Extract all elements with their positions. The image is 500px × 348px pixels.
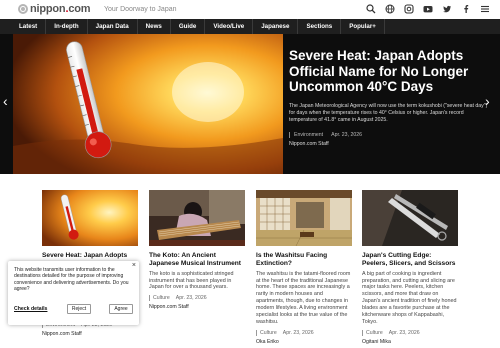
article-card[interactable]: Is the Washitsu Facing Extinction? The w…	[256, 190, 352, 345]
nav-item-latest[interactable]: Latest	[11, 19, 47, 34]
nav-item-japanese[interactable]: Japanese	[253, 19, 299, 34]
agree-button[interactable]: Agree	[109, 304, 133, 314]
card-title[interactable]: The Koto: An Ancient Japanese Musical In…	[149, 252, 245, 268]
card-category[interactable]: Culture	[362, 329, 383, 336]
hero-meta: Environment Apr. 23, 2026	[289, 131, 489, 138]
cookie-consent-dialog: × This website transmits user informatio…	[8, 261, 139, 325]
menu-icon[interactable]	[480, 4, 490, 14]
card-image-heat[interactable]	[42, 190, 138, 246]
top-icons	[366, 4, 490, 14]
card-author[interactable]: Ogitani Mika	[362, 339, 458, 345]
article-card[interactable]: The Koto: An Ancient Japanese Musical In…	[149, 190, 245, 310]
card-title[interactable]: Is the Washitsu Facing Extinction?	[256, 252, 352, 268]
instagram-icon[interactable]	[404, 4, 414, 14]
card-meta: Culture Apr. 23, 2026	[362, 329, 458, 336]
card-category[interactable]: Culture	[149, 295, 170, 302]
hero-category[interactable]: Environment	[289, 131, 323, 138]
main-nav: Latest In-depth Japan Data News Guide Vi…	[0, 19, 500, 34]
globe-icon[interactable]	[385, 4, 395, 14]
logo-mark-icon	[18, 4, 28, 14]
card-title[interactable]: Japan's Cutting Edge: Peelers, Slicers, …	[362, 252, 458, 268]
hero-title[interactable]: Severe Heat: Japan Adopts Official Name …	[289, 48, 489, 95]
logo-text: nippon.com	[30, 3, 91, 15]
hero-author[interactable]: Nippon.com Staff	[289, 141, 489, 147]
card-description: The washitsu is the tatami-floored room …	[256, 270, 351, 325]
card-date: Apr. 23, 2026	[175, 295, 207, 302]
card-description: The koto is a sophisticated stringed ins…	[149, 270, 234, 291]
card-image-washitsu[interactable]	[256, 190, 352, 246]
card-meta: Culture Apr. 23, 2026	[149, 295, 245, 302]
nav-item-guide[interactable]: Guide	[171, 19, 206, 34]
cookie-actions: Check details Reject Agree	[14, 304, 134, 314]
card-description: A big part of cooking is ingredient prep…	[362, 270, 457, 325]
nav-item-video-live[interactable]: Video/Live	[205, 19, 254, 34]
hero-image-thermometer[interactable]	[13, 34, 283, 174]
hero-text: Severe Heat: Japan Adopts Official Name …	[289, 48, 489, 147]
twitter-icon[interactable]	[442, 4, 452, 14]
carousel-prev-icon[interactable]: ‹	[3, 94, 13, 108]
card-author[interactable]: Nippon.com Staff	[149, 304, 245, 310]
card-date: Apr. 23, 2026	[388, 329, 420, 336]
card-author[interactable]: Nippon.com Staff	[42, 331, 138, 337]
card-author[interactable]: Oka Eriko	[256, 339, 352, 345]
card-title[interactable]: Severe Heat: Japan Adopts	[42, 252, 138, 260]
cookie-message: This website transmits user information …	[14, 267, 129, 293]
nav-item-news[interactable]: News	[138, 19, 171, 34]
hero-carousel: ‹ › Severe Heat: Japan Adopts Official N…	[0, 34, 500, 174]
hero-date: Apr. 23, 2026	[331, 131, 362, 138]
check-details-link[interactable]: Check details	[14, 306, 47, 312]
search-icon[interactable]	[366, 4, 376, 14]
nav-item-popular[interactable]: Popular+	[341, 19, 385, 34]
nav-item-japan-data[interactable]: Japan Data	[88, 19, 138, 34]
hero-description: The Japan Meteorological Agency will now…	[289, 102, 488, 123]
article-card[interactable]: Japan's Cutting Edge: Peelers, Slicers, …	[362, 190, 458, 345]
site-tagline: Your Doorway to Japan	[104, 6, 177, 13]
facebook-icon[interactable]	[461, 4, 471, 14]
youtube-icon[interactable]	[423, 4, 433, 14]
card-date: Apr. 23, 2026	[282, 329, 314, 336]
close-icon[interactable]: ×	[132, 262, 136, 269]
site-logo[interactable]: nippon.com	[18, 3, 91, 15]
nav-item-sections[interactable]: Sections	[298, 19, 342, 34]
card-image-koto[interactable]	[149, 190, 245, 246]
card-category[interactable]: Culture	[256, 329, 277, 336]
top-bar: nippon.com Your Doorway to Japan	[0, 0, 500, 19]
card-meta: Culture Apr. 23, 2026	[256, 329, 352, 336]
card-image-scissors[interactable]	[362, 190, 458, 246]
nav-item-in-depth[interactable]: In-depth	[46, 19, 88, 34]
reject-button[interactable]: Reject	[67, 304, 91, 314]
